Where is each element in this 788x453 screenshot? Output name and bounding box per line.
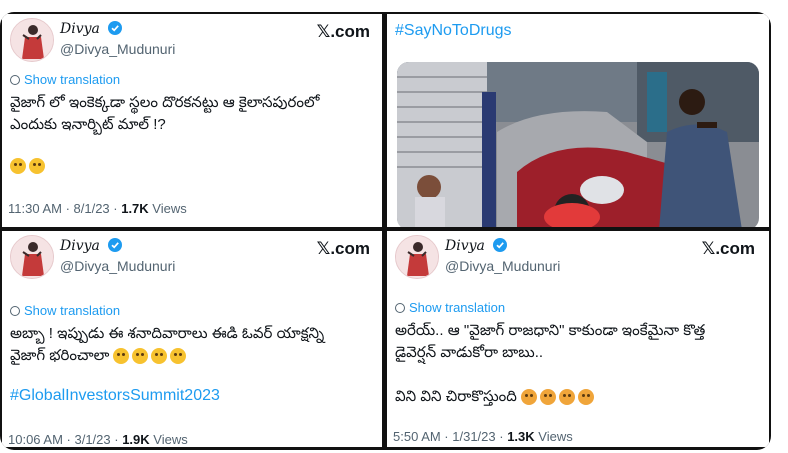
view-count: 1.9K — [122, 432, 150, 447]
tweet-line: ఎందుకు ఇనార్బిట్ మాల్ !? — [10, 116, 166, 133]
globe-icon — [395, 303, 405, 313]
tweet-text: అరేయ్.. ఆ "వైజాగ్ రాజధాని" కాకుండా ఇంకేమ… — [395, 320, 755, 408]
user-handle[interactable]: @Divya_Mudunuri — [60, 41, 175, 57]
tweet-line: అరేయ్.. ఆ "వైజాగ్ రాజధాని" కాకుండా ఇంకేమ… — [395, 322, 706, 339]
x-logo: 𝕏.com — [316, 239, 370, 258]
smile-emoji-icon — [132, 348, 149, 365]
smile-emoji-icon — [151, 348, 168, 365]
views-label: Views — [148, 201, 187, 216]
tweet-card-2[interactable]: #SayNoToDrugs — [387, 14, 769, 227]
user-handle[interactable]: @Divya_Mudunuri — [60, 258, 175, 274]
tweet-meta: 10:06 AM · 3/1/23 · 1.9K Views — [8, 432, 188, 447]
avatar[interactable] — [10, 235, 54, 279]
display-name[interactable]: Divya — [445, 238, 485, 254]
tweet-text: వైజాగ్ లో ఇంకెక్కడా స్థలం దొరకనట్టు ఆ కై… — [10, 92, 370, 136]
tweet-card-3[interactable]: Divya @Divya_Mudunuri 𝕏.com Show transla… — [2, 231, 382, 447]
angry-emoji-icon — [559, 389, 576, 406]
tweet-line: విని విని చిరాకొస్తుంది — [395, 386, 755, 408]
verified-badge-icon — [108, 238, 123, 252]
views-label: Views — [149, 432, 188, 447]
tweet-timestamp[interactable]: 10:06 AM · 3/1/23 · — [8, 432, 122, 447]
tweet-line: డైవెర్షన్ వాడుకోరా బాబు.. — [395, 344, 544, 361]
show-translation-label: Show translation — [409, 300, 506, 315]
x-logo: 𝕏.com — [701, 239, 755, 258]
view-count: 1.7K — [121, 201, 149, 216]
street-scene-image — [397, 62, 759, 227]
smirk-emoji-icon — [29, 158, 45, 175]
tweet-meta: 11:30 AM · 8/1/23 · 1.7K Views — [8, 201, 187, 216]
avatar[interactable] — [10, 18, 54, 62]
tweet-line: వైజాగ్ లో ఇంకెక్కడా స్థలం దొరకనట్టు ఆ కై… — [10, 94, 320, 111]
globe-icon — [10, 306, 20, 316]
tweet-card-1[interactable]: Divya @Divya_Mudunuri 𝕏.com Show transla… — [2, 14, 382, 227]
tweet-timestamp[interactable]: 11:30 AM · 8/1/23 · — [8, 201, 121, 216]
globe-icon — [10, 75, 20, 85]
tweet-header: Divya @Divya_Mudunuri 𝕏.com — [10, 235, 370, 281]
tweet-card-4[interactable]: Divya @Divya_Mudunuri 𝕏.com Show transla… — [387, 231, 769, 447]
grimace-emoji-icon — [10, 158, 26, 175]
show-translation-link[interactable]: Show translation — [10, 303, 120, 318]
verified-badge-icon — [108, 21, 123, 35]
angry-emoji-icon — [540, 389, 557, 406]
smile-emoji-icon — [170, 348, 187, 365]
tweet-line — [395, 364, 755, 386]
tweet-timestamp[interactable]: 5:50 AM · 1/31/23 · — [393, 429, 507, 444]
tweet-text: అబ్బా ! ఇప్పుడు ఈ శనాదివారాలు ఈడి ఓవర్ య… — [10, 323, 370, 367]
user-handle[interactable]: @Divya_Mudunuri — [445, 258, 560, 274]
tweet-photo[interactable] — [397, 62, 759, 227]
angry-emoji-icon — [578, 389, 595, 406]
hashtag-link[interactable]: #SayNoToDrugs — [395, 22, 512, 40]
display-name[interactable]: Divya — [60, 21, 100, 37]
hashtag-link[interactable]: #GlobalInvestorsSummit2023 — [10, 387, 220, 405]
show-translation-label: Show translation — [24, 72, 121, 87]
angry-emoji-icon — [521, 389, 538, 406]
tweet-line: అబ్బా ! ఇప్పుడు ఈ శనాదివారాలు ఈడి ఓవర్ య… — [10, 325, 325, 342]
show-translation-link[interactable]: Show translation — [10, 72, 120, 87]
avatar[interactable] — [395, 235, 439, 279]
tweet-header: Divya @Divya_Mudunuri 𝕏.com — [395, 235, 755, 281]
views-label: Views — [534, 429, 573, 444]
show-translation-link[interactable]: Show translation — [395, 300, 505, 315]
view-count: 1.3K — [507, 429, 535, 444]
display-name[interactable]: Divya — [60, 238, 100, 254]
x-logo: 𝕏.com — [316, 22, 370, 41]
show-translation-label: Show translation — [24, 303, 121, 318]
tweet-collage: Divya @Divya_Mudunuri 𝕏.com Show transla… — [0, 12, 771, 450]
verified-badge-icon — [493, 238, 508, 252]
tweet-meta: 5:50 AM · 1/31/23 · 1.3K Views — [393, 429, 573, 444]
smile-emoji-icon — [113, 348, 130, 365]
tweet-line: వైజాగ్ భరించాలా — [10, 345, 370, 367]
emoji-row — [10, 157, 48, 175]
tweet-header: Divya @Divya_Mudunuri 𝕏.com — [10, 18, 370, 64]
